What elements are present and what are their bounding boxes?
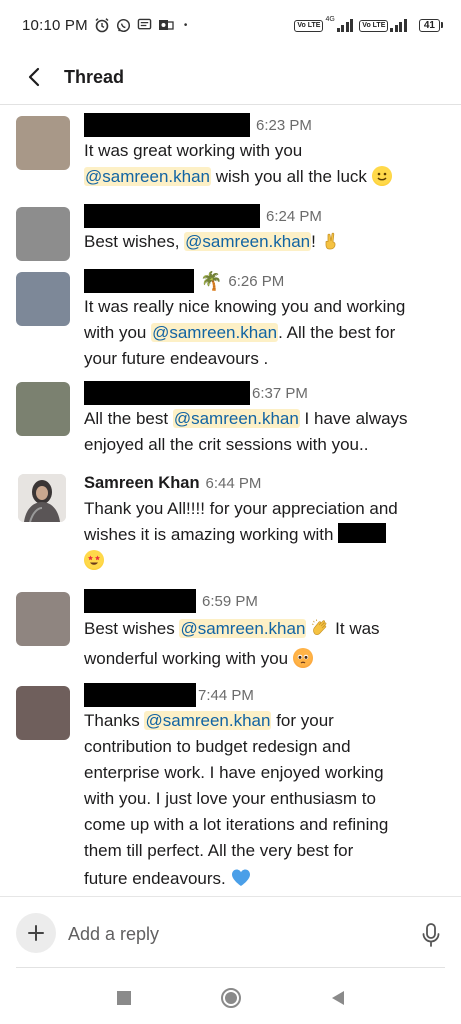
user-mention[interactable]: @samreen.khan [144,711,272,730]
message-item: 🌴 6:26 PM It was really nice knowing you… [0,268,461,378]
message-time: 6:59 PM [202,592,258,610]
triangle-back-icon [331,991,344,1005]
user-mention[interactable]: @samreen.khan [179,619,307,638]
message-item: 6:23 PM It was great working with you @s… [0,112,461,204]
redacted-sender [84,204,260,228]
page-title: Thread [64,66,125,87]
avatar[interactable] [16,592,70,646]
message-time: 6:24 PM [266,207,322,225]
message-text: Thank you All!!!! for your appreciation … [84,496,447,574]
pleading-face-icon [292,648,313,668]
palm-tree-status-icon: 🌴 [200,270,223,291]
redacted-sender [84,381,250,405]
back-arrow-icon [28,67,40,87]
slightly-smiling-face-icon [371,166,392,186]
message-time: 7:44 PM [198,686,254,704]
user-mention[interactable]: @samreen.khan [151,323,279,342]
back-nav-button[interactable] [318,978,358,1018]
message-item: 6:37 PM All the best @samreen.khan I hav… [0,380,461,464]
avatar[interactable] [16,207,70,261]
reply-composer [0,896,461,970]
back-button[interactable] [14,57,54,97]
message-text: Best wishes, @samreen.khan! [84,229,447,255]
redacted-sender [84,589,196,613]
home-button[interactable] [211,978,251,1018]
divider [16,967,445,968]
message-item: 6:59 PM Best wishes @samreen.khan It was… [0,588,461,676]
whatsapp-icon [116,18,131,33]
blue-heart-icon [230,868,251,888]
fingers-crossed-icon [321,231,341,251]
message-item: 7:44 PM Thanks @samreen.khan for your co… [0,682,461,896]
microphone-icon [422,923,440,947]
message-icon [137,18,152,32]
plus-icon [28,925,44,941]
clapping-hands-icon [310,618,330,638]
reply-input[interactable] [68,917,388,951]
avatar[interactable] [16,116,70,170]
recent-apps-button[interactable] [104,978,144,1018]
sender-name[interactable]: Samreen Khan [84,474,200,493]
user-mention[interactable]: @samreen.khan [84,167,211,186]
user-mention[interactable]: @samreen.khan [172,409,300,428]
avatar[interactable] [18,474,66,522]
square-icon [116,991,131,1005]
message-text: It was great working with you @samreen.k… [84,138,447,190]
message-text: All the best @samreen.khan I have always… [84,409,408,454]
redacted-sender [84,113,250,137]
message-time: 6:37 PM [252,384,308,402]
message-item: Samreen Khan 6:44 PM Thank you All!!!! f… [0,470,461,582]
circle-icon [220,988,241,1008]
status-time: 10:10 PM [22,16,88,34]
add-attachment-button[interactable] [16,913,56,953]
battery-icon: 41 [418,18,443,32]
message-text: Thanks @samreen.khan for your contributi… [84,711,389,888]
avatar[interactable] [16,272,70,326]
sim2-signal-icon: Vo LTE [359,18,407,32]
message-item: 6:24 PM Best wishes, @samreen.khan! [0,203,461,267]
microphone-button[interactable] [419,921,443,949]
star-struck-icon [84,550,104,570]
redacted-sender [84,269,194,293]
avatar[interactable] [16,382,70,436]
avatar[interactable] [16,686,70,740]
dot-icon: • [183,19,188,31]
system-navigation-bar [0,972,461,1024]
redacted-name [338,523,387,543]
message-time: 6:44 PM [205,474,262,492]
status-bar: 10:10 PM • Vo LTE 4G Vo LTE 41 [0,0,461,50]
outlook-icon [158,18,174,32]
sim1-signal-icon: Vo LTE 4G [294,16,354,32]
message-text: It was really nice knowing you and worki… [84,297,406,368]
message-text: Best wishes @samreen.khan It was wonderf… [84,618,380,668]
user-mention[interactable]: @samreen.khan [184,232,312,251]
alarm-icon [94,17,110,33]
message-time: 6:26 PM [228,272,285,290]
thread-header: Thread [0,50,461,105]
thread-message-list[interactable]: 6:23 PM It was great working with you @s… [0,106,461,896]
message-time: 6:23 PM [256,116,312,134]
redacted-sender [84,683,196,707]
